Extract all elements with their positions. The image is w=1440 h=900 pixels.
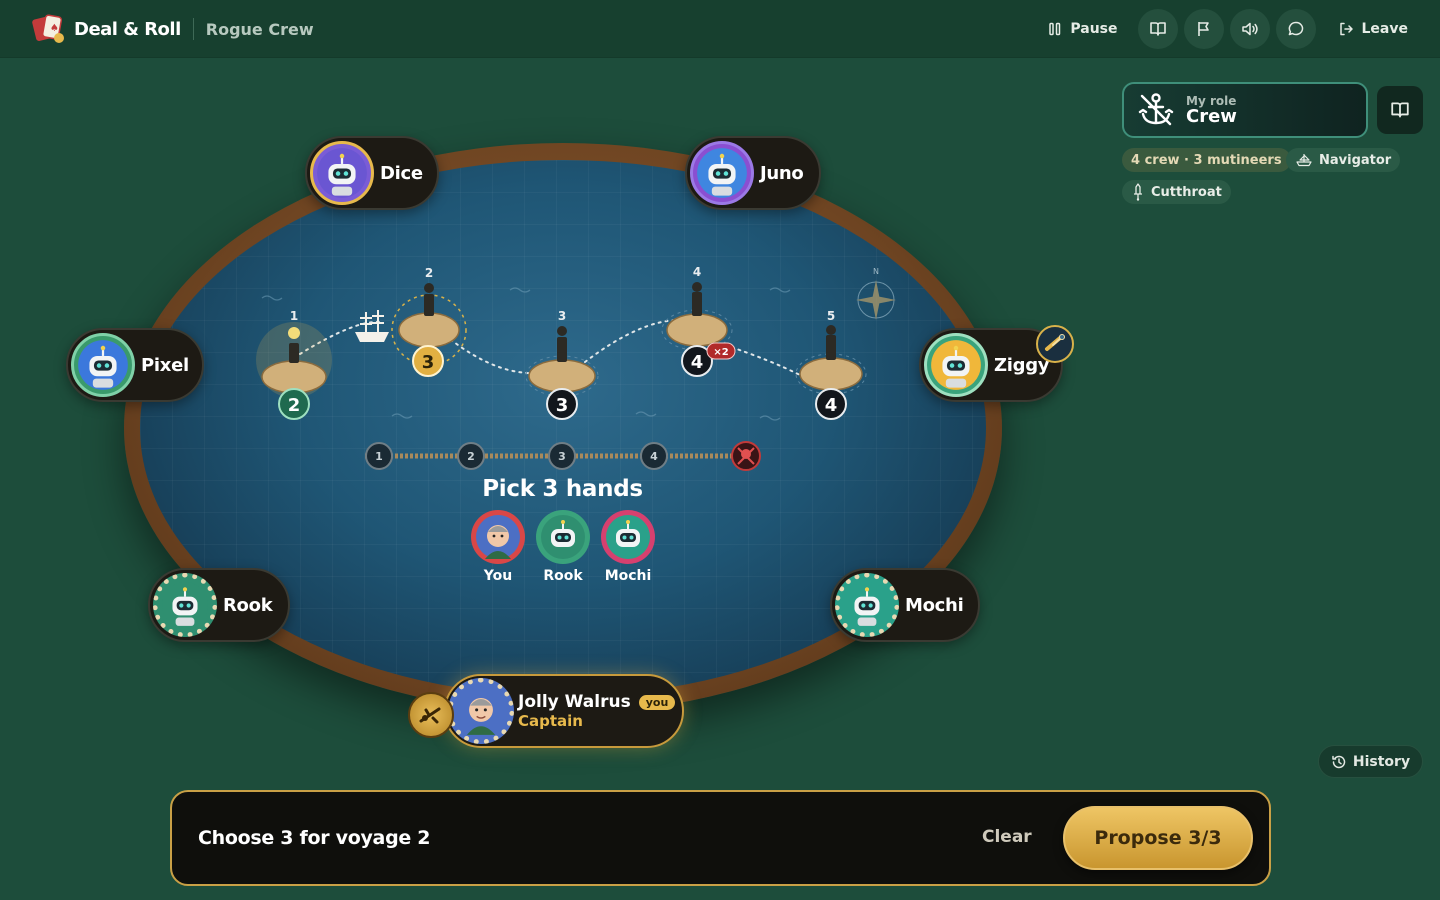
captain-badge: [408, 692, 454, 738]
history-button[interactable]: History: [1318, 745, 1423, 778]
player-name: Mochi: [905, 594, 964, 616]
track-step: 2: [467, 450, 475, 463]
island-number: 5: [827, 309, 835, 323]
my-player-name: Jolly Walrus: [518, 692, 631, 712]
picked-player-mochi[interactable]: Mochi: [598, 510, 658, 584]
island-5: [795, 325, 867, 395]
pick-title: Pick 3 hands: [482, 476, 643, 502]
my-captain-label: Captain: [518, 712, 583, 730]
seat-dice[interactable]: Dice: [305, 136, 439, 210]
you-tag: you: [638, 694, 676, 710]
seat-me[interactable]: Jolly Walrus you Captain: [444, 674, 684, 748]
avatar: [153, 573, 217, 637]
crew-needed-badge: 4: [825, 395, 838, 416]
island-4: [661, 282, 733, 351]
picked-label: Rook: [543, 568, 583, 584]
track-step: 4: [650, 450, 658, 463]
skull-icon: [731, 441, 761, 471]
history-clock-icon: [1332, 755, 1346, 768]
island-number: 4: [693, 265, 701, 279]
picked-label: Mochi: [604, 568, 652, 584]
compass-rose-icon: [856, 280, 896, 320]
robot-avatar-icon: [541, 515, 585, 559]
action-instruction: Choose 3 for voyage 2: [198, 827, 431, 849]
island-number: 1: [290, 309, 298, 323]
picked-avatar: [536, 510, 590, 564]
seat-pixel[interactable]: Pixel: [66, 328, 204, 402]
double-fail-badge: ×2: [713, 347, 728, 358]
avatar: [310, 141, 374, 205]
walrus-avatar-icon: [476, 515, 520, 559]
seat-mochi[interactable]: Mochi: [830, 568, 980, 642]
player-name: Juno: [760, 162, 804, 184]
avatar: [448, 678, 514, 744]
action-bar: Choose 3 for voyage 2 Clear Propose 3/3: [170, 790, 1271, 886]
track-step: 1: [375, 450, 383, 463]
crew-needed-badge: 2: [288, 395, 301, 416]
robot-avatar-icon: [317, 148, 367, 198]
crew-needed-badge: 3: [422, 352, 435, 373]
crew-needed-badge: 4: [691, 352, 704, 373]
player-name: Pixel: [141, 354, 189, 376]
picked-avatar: [471, 510, 525, 564]
picked-player-rook[interactable]: Rook: [533, 510, 593, 584]
walrus-avatar-icon: [457, 687, 505, 735]
propose-button[interactable]: Propose 3/3: [1063, 806, 1253, 870]
avatar: [924, 333, 988, 397]
island-number: 3: [558, 309, 566, 323]
island-number: 2: [425, 266, 433, 280]
ship-icon: [355, 310, 389, 342]
spyglass-icon: [1045, 334, 1065, 351]
robot-avatar-icon: [78, 340, 128, 390]
seat-juno[interactable]: Juno: [685, 136, 821, 210]
avatar: [71, 333, 135, 397]
player-name: Rook: [223, 594, 273, 616]
picked-avatar: [601, 510, 655, 564]
track-step: 3: [558, 450, 566, 463]
robot-avatar-icon: [931, 340, 981, 390]
picked-label: You: [483, 568, 513, 584]
robot-avatar-icon: [697, 148, 747, 198]
voyage-map: 1 2 3 4 5 2 3 3 4 ×2 4 N 1 2 3 4: [256, 265, 896, 471]
spyglass-badge[interactable]: [1036, 325, 1074, 363]
avatar: [690, 141, 754, 205]
clear-button[interactable]: Clear: [982, 827, 1032, 847]
avatar: [835, 573, 899, 637]
player-name: Dice: [380, 162, 423, 184]
crew-needed-badge: 3: [556, 395, 569, 416]
compass-north-label: N: [873, 267, 879, 276]
captain-helm-icon: [419, 707, 441, 724]
picked-player-you[interactable]: You: [468, 510, 528, 584]
history-label: History: [1352, 753, 1411, 770]
robot-avatar-icon: [162, 582, 208, 628]
robot-avatar-icon: [606, 515, 650, 559]
robot-avatar-icon: [844, 582, 890, 628]
seat-rook[interactable]: Rook: [148, 568, 290, 642]
